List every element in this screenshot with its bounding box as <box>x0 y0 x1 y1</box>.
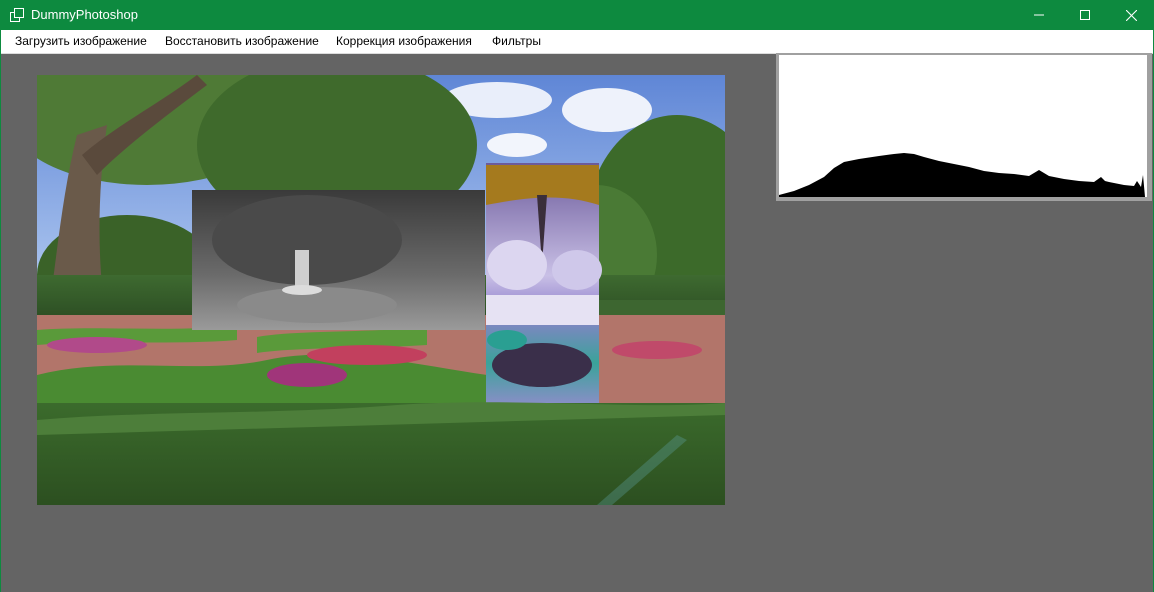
menu-filters[interactable]: Фильтры <box>486 30 547 53</box>
maximize-icon <box>1080 10 1090 20</box>
garden-photo <box>37 75 725 505</box>
maximize-button[interactable] <box>1062 0 1108 30</box>
window-title: DummyPhotoshop <box>31 7 138 22</box>
window-border-left <box>0 30 1 592</box>
close-button[interactable] <box>1108 0 1154 30</box>
histogram-chart <box>779 153 1145 197</box>
histogram-panel <box>776 53 1152 201</box>
title-bar[interactable]: DummyPhotoshop <box>0 0 1154 30</box>
image-canvas[interactable] <box>37 75 725 505</box>
close-icon <box>1125 9 1137 21</box>
menu-bar: Загрузить изображение Восстановить изобр… <box>1 30 1153 54</box>
menu-image-correction[interactable]: Коррекция изображения <box>330 30 478 53</box>
app-icon <box>10 8 24 22</box>
histogram-area <box>779 55 1147 197</box>
histogram-fill <box>779 153 1145 197</box>
minimize-button[interactable] <box>1016 0 1062 30</box>
minimize-icon <box>1034 14 1044 16</box>
menu-load-image[interactable]: Загрузить изображение <box>9 30 153 53</box>
menu-restore-image[interactable]: Восстановить изображение <box>159 30 325 53</box>
